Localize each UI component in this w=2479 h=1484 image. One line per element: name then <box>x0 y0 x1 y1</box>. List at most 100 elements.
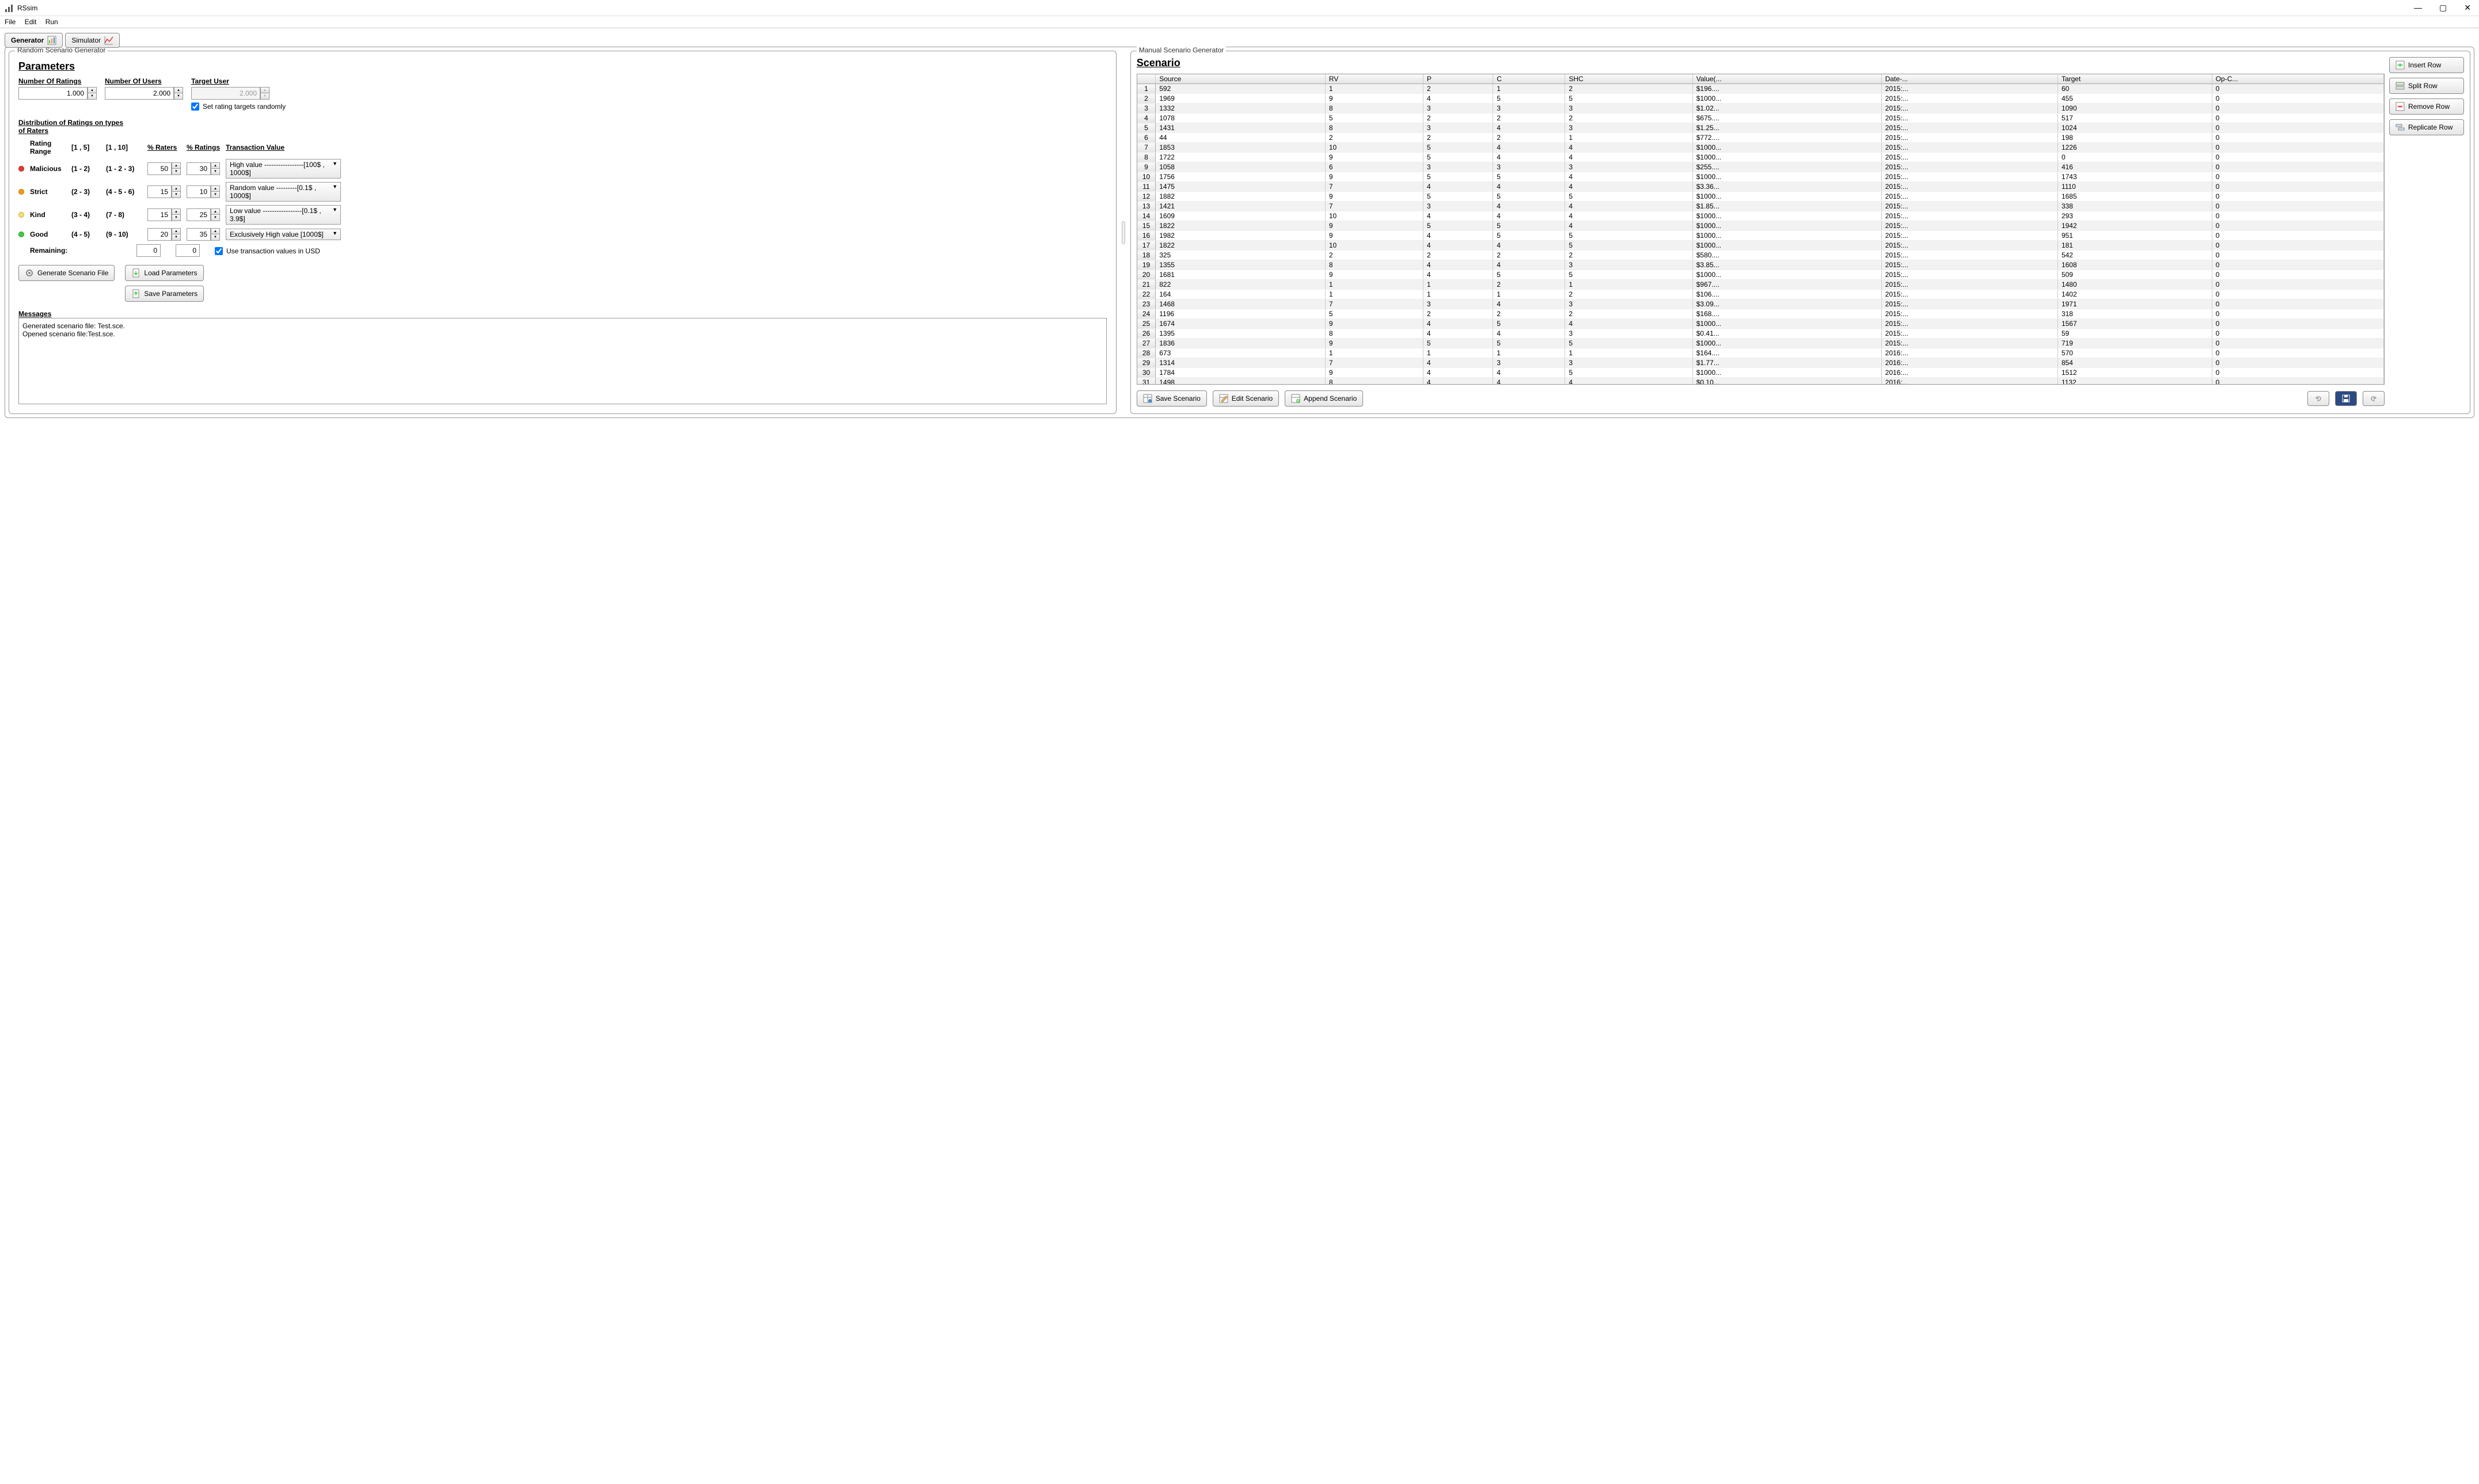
table-cell[interactable]: 5 <box>1493 172 1565 182</box>
table-row[interactable]: 219699455$1000...2015:...4550 <box>1137 94 2384 104</box>
column-header[interactable] <box>1137 74 1156 84</box>
table-cell[interactable]: 1836 <box>1156 339 1326 348</box>
table-cell[interactable]: 4 <box>1423 94 1493 104</box>
table-row[interactable]: 221641112$106....2015:...14020 <box>1137 290 2384 299</box>
table-cell[interactable]: 5 <box>1565 192 1692 202</box>
table-cell[interactable]: 2015:... <box>1881 260 2057 270</box>
table-cell[interactable]: 1674 <box>1156 319 1326 329</box>
table-cell[interactable]: 2015:... <box>1881 133 2057 143</box>
table-cell[interactable]: 4 <box>1493 182 1565 192</box>
table-cell[interactable]: 517 <box>2057 113 2212 123</box>
table-cell[interactable]: 0 <box>2212 339 2383 348</box>
table-cell[interactable]: 5 <box>1493 94 1565 104</box>
transaction-value-combo[interactable]: Low value -----------------[0.1$ , 3.9$] <box>226 205 341 225</box>
table-cell[interactable]: 3 <box>1565 299 1692 309</box>
table-cell[interactable]: 8 <box>1325 329 1423 339</box>
table-row[interactable]: 1518229554$1000...2015:...19420 <box>1137 221 2384 231</box>
table-cell[interactable]: 5 <box>1565 270 1692 280</box>
spin-up[interactable]: ▲ <box>211 228 220 234</box>
table-row[interactable]: 3017849445$1000...2016:...15120 <box>1137 368 2384 378</box>
spin-down[interactable]: ▼ <box>211 192 220 198</box>
table-cell[interactable]: 0 <box>2212 358 2383 368</box>
table-cell[interactable]: 0 <box>2212 182 2383 192</box>
table-cell[interactable]: 1982 <box>1156 231 1326 241</box>
table-cell[interactable]: $3.36... <box>1692 182 1881 192</box>
table-cell[interactable]: 2015:... <box>1881 153 2057 162</box>
table-cell[interactable]: 9 <box>1325 221 1423 231</box>
table-cell[interactable]: 9 <box>1325 319 1423 329</box>
table-cell[interactable]: 1822 <box>1156 221 1326 231</box>
spin-down[interactable]: ▼ <box>172 215 181 221</box>
table-cell[interactable]: 60 <box>2057 84 2212 94</box>
table-cell[interactable]: 9 <box>1325 94 1423 104</box>
table-cell[interactable]: 2015:... <box>1881 104 2057 113</box>
table-cell[interactable]: 2 <box>1493 309 1565 319</box>
table-cell[interactable]: 3 <box>1565 329 1692 339</box>
table-cell[interactable]: 293 <box>2057 211 2212 221</box>
table-cell[interactable]: 1971 <box>2057 299 2212 309</box>
transaction-value-combo[interactable]: Exclusively High value [1000$] <box>226 229 341 240</box>
table-cell[interactable]: 822 <box>1156 280 1326 290</box>
table-cell[interactable]: 1395 <box>1156 329 1326 339</box>
table-cell[interactable]: 0 <box>2212 113 2383 123</box>
table-cell[interactable]: 2 <box>1423 113 1493 123</box>
table-cell[interactable]: 0 <box>2212 241 2383 251</box>
tab-generator[interactable]: Generator <box>5 33 63 48</box>
table-cell[interactable]: 1784 <box>1156 368 1326 378</box>
table-cell[interactable]: 951 <box>2057 231 2212 241</box>
table-cell[interactable]: 5 <box>1423 153 1493 162</box>
pct-raters-input[interactable] <box>147 185 172 198</box>
table-cell[interactable]: 1 <box>1423 348 1493 358</box>
table-cell[interactable]: 2015:... <box>1881 94 2057 104</box>
table-cell[interactable]: 0 <box>2212 84 2383 94</box>
disk-save-button[interactable] <box>2335 391 2357 406</box>
menu-run[interactable]: Run <box>45 18 58 26</box>
table-cell[interactable]: 5 <box>1423 143 1493 153</box>
remaining-raters-input[interactable] <box>136 244 161 257</box>
table-cell[interactable]: $1000... <box>1692 339 1881 348</box>
table-cell[interactable]: $580.... <box>1692 251 1881 260</box>
table-cell[interactable]: 2015:... <box>1881 299 2057 309</box>
table-cell[interactable]: 2 <box>1493 251 1565 260</box>
spin-up[interactable]: ▲ <box>211 185 220 192</box>
table-cell[interactable]: 5 <box>1493 192 1565 202</box>
spin-down[interactable]: ▼ <box>172 169 181 175</box>
table-cell[interactable]: 4 <box>1493 260 1565 270</box>
table-cell[interactable]: 9 <box>1325 192 1423 202</box>
table-cell[interactable]: 4 <box>1565 221 1692 231</box>
table-cell[interactable]: 1355 <box>1156 260 1326 270</box>
table-cell[interactable]: 181 <box>2057 241 2212 251</box>
table-row[interactable]: 2913147433$1.77...2016:...8540 <box>1137 358 2384 368</box>
table-cell[interactable]: 570 <box>2057 348 2212 358</box>
spin-up[interactable]: ▲ <box>172 162 181 169</box>
tab-simulator[interactable]: Simulator <box>65 33 120 48</box>
table-cell[interactable]: 2 <box>1565 113 1692 123</box>
table-cell[interactable]: 7 <box>1325 299 1423 309</box>
spin-up[interactable]: ▲ <box>172 185 181 192</box>
table-cell[interactable]: 0 <box>2057 153 2212 162</box>
table-cell[interactable]: 8 <box>1325 104 1423 113</box>
table-cell[interactable]: 1743 <box>2057 172 2212 182</box>
table-cell[interactable]: 2015:... <box>1881 113 2057 123</box>
table-cell[interactable]: 3 <box>1423 104 1493 113</box>
table-cell[interactable]: 0 <box>2212 143 2383 153</box>
table-cell[interactable]: 3 <box>1565 123 1692 133</box>
table-cell[interactable]: 1024 <box>2057 123 2212 133</box>
table-cell[interactable]: 10 <box>1325 211 1423 221</box>
table-cell[interactable]: 198 <box>2057 133 2212 143</box>
table-row[interactable]: 313328333$1.02...2015:...10900 <box>1137 104 2384 113</box>
table-cell[interactable]: $1000... <box>1692 94 1881 104</box>
table-cell[interactable]: 1132 <box>2057 378 2212 385</box>
column-header[interactable]: C <box>1493 74 1565 84</box>
table-cell[interactable]: 0 <box>2212 260 2383 270</box>
table-cell[interactable]: 1421 <box>1156 202 1326 211</box>
table-cell[interactable]: $967.... <box>1692 280 1881 290</box>
table-cell[interactable]: 0 <box>2212 251 2383 260</box>
table-cell[interactable]: 4 <box>1423 270 1493 280</box>
table-cell[interactable]: 2016:... <box>1881 358 2057 368</box>
table-cell[interactable]: $255.... <box>1692 162 1881 172</box>
table-cell[interactable]: 5 <box>1565 368 1692 378</box>
table-cell[interactable]: 3 <box>1493 104 1565 113</box>
table-cell[interactable]: 4 <box>1493 329 1565 339</box>
transaction-value-combo[interactable]: Random value ---------[0.1$ , 1000$] <box>226 182 341 202</box>
